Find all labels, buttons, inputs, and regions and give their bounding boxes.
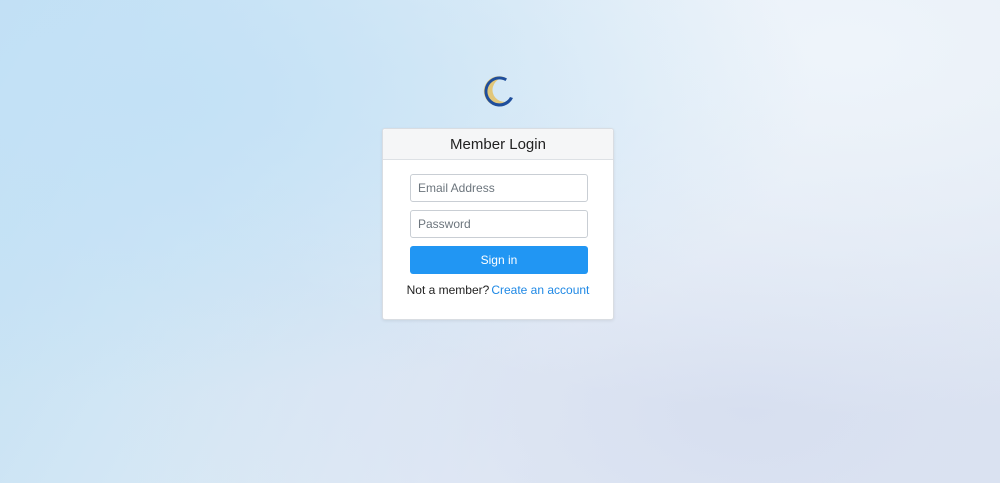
login-title: Member Login — [383, 129, 613, 160]
sign-in-button[interactable]: Sign in — [410, 246, 588, 274]
password-field[interactable] — [410, 210, 588, 238]
not-member-text: Not a member? — [406, 283, 490, 297]
logo-icon — [477, 70, 519, 112]
email-field[interactable] — [410, 174, 588, 202]
create-account-link[interactable]: Create an account — [491, 283, 589, 297]
signup-prompt: Not a member? Create an account — [383, 283, 613, 297]
login-card: Member Login Sign in Not a member?Create… — [382, 128, 614, 320]
